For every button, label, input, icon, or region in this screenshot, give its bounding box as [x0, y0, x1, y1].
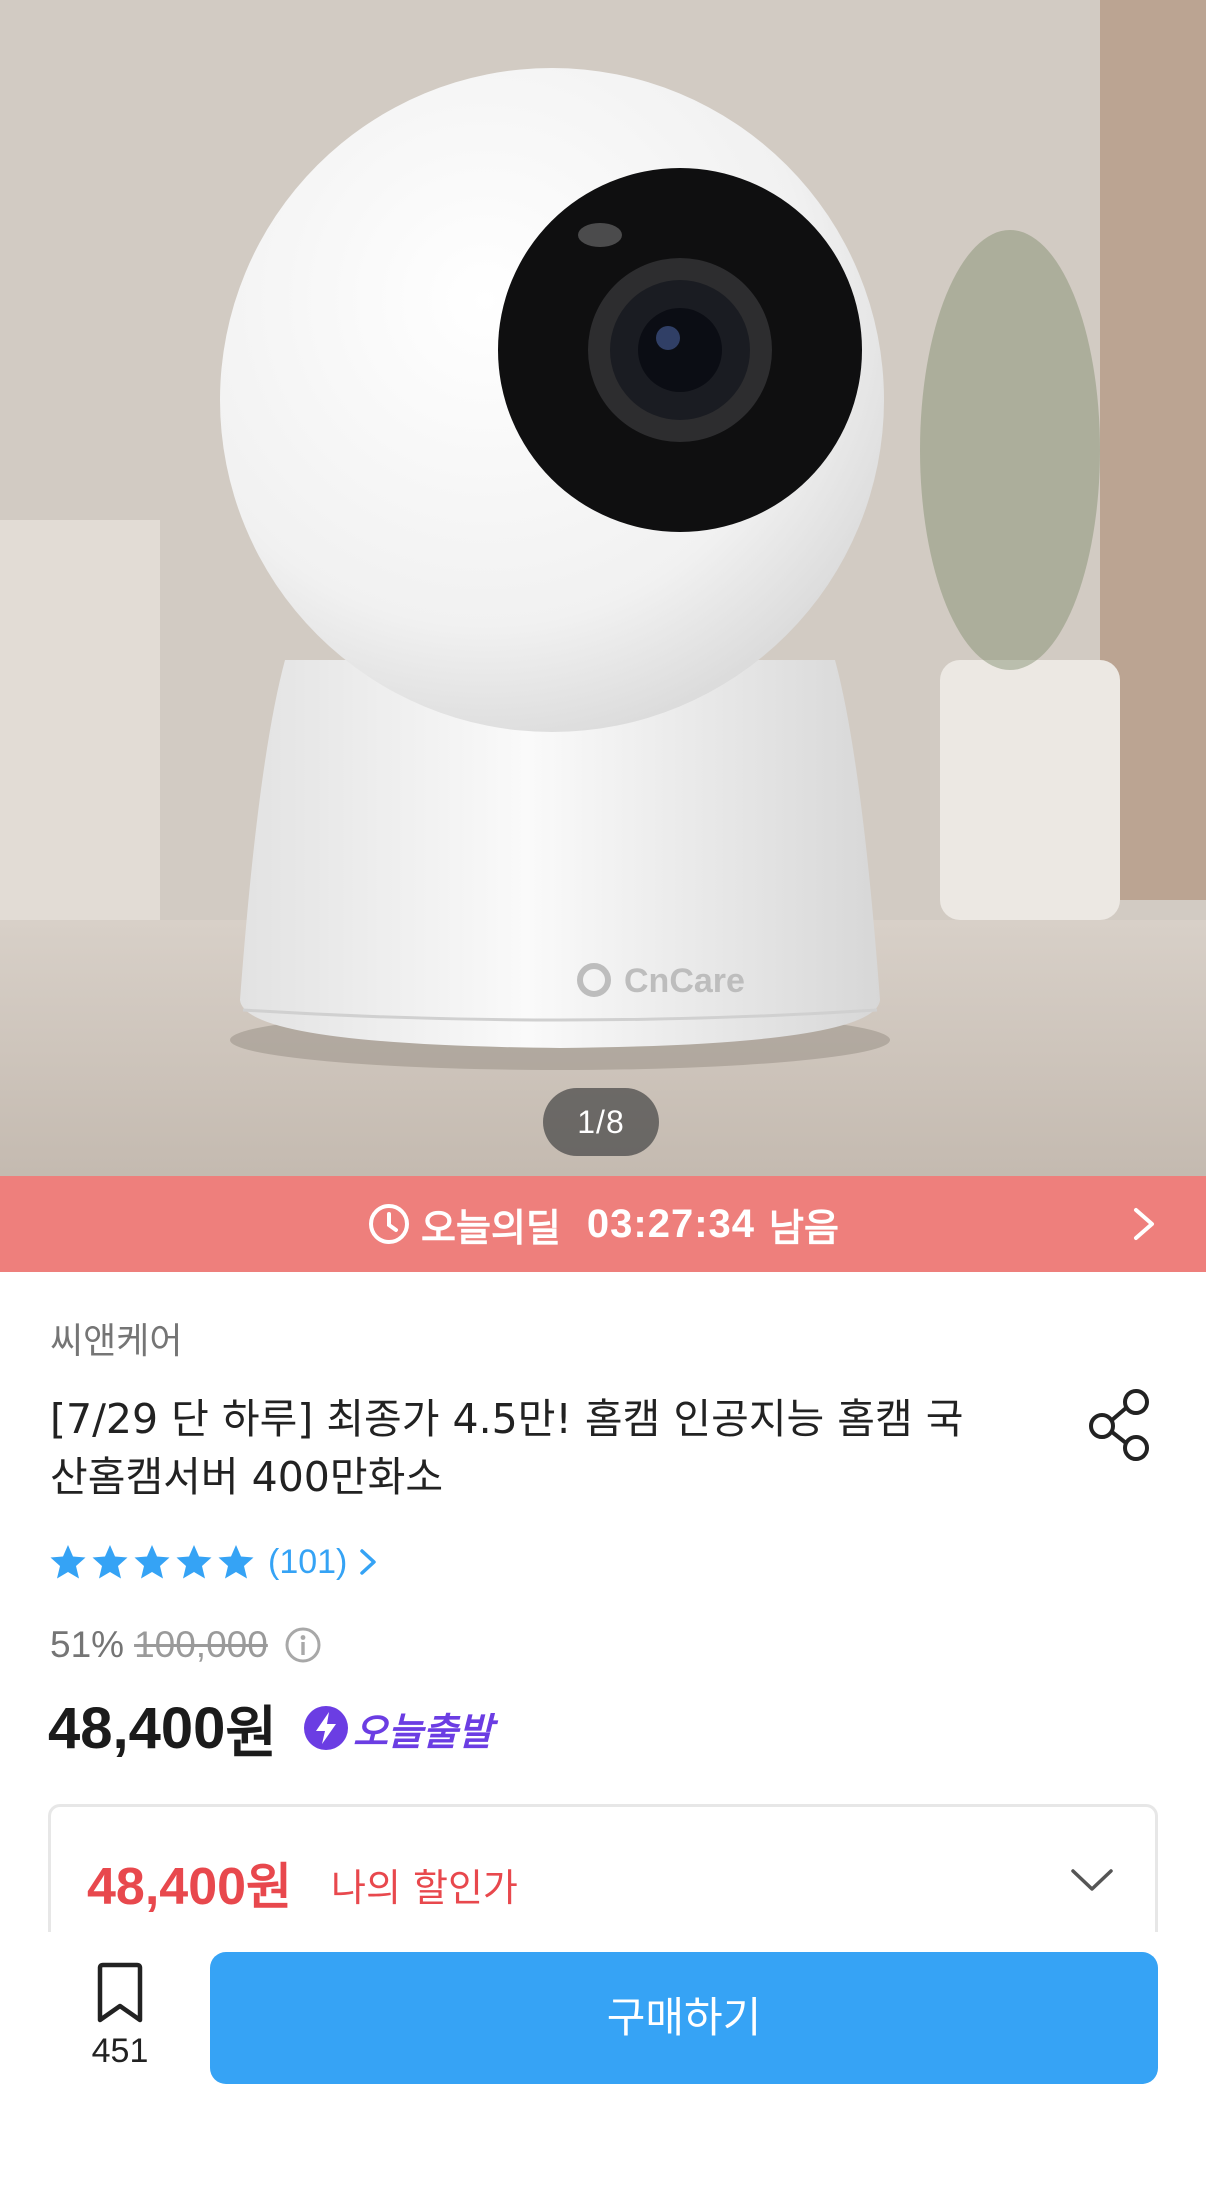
chevron-right-icon	[360, 1549, 377, 1575]
deal-remain-text: 남음	[769, 1205, 839, 1250]
my-price-value: 48,400	[87, 1858, 247, 1916]
home-camera-photo: CnCare	[0, 0, 1206, 1176]
deal-countdown: 03:27:34	[586, 1201, 756, 1246]
star-icon	[176, 1545, 212, 1579]
product-image-gallery[interactable]: CnCare 1/8	[0, 0, 1206, 1176]
info-icon[interactable]	[284, 1626, 322, 1664]
delivery-badge-label: 오늘출발	[352, 1709, 493, 1754]
original-price: 100,000	[134, 1624, 268, 1665]
star-icon	[50, 1545, 86, 1579]
bottom-action-bar: 451 구매하기	[0, 1932, 1206, 2204]
star-icon	[218, 1545, 254, 1579]
image-counter: 1/8	[543, 1088, 659, 1156]
scrap-button[interactable]: 451	[76, 1962, 164, 2071]
discount-rate: 51%	[50, 1624, 125, 1665]
original-price-row: 51% 100,000	[50, 1620, 322, 1670]
delivery-badge: 오늘출발	[303, 1701, 493, 1756]
my-price-label: 나의 할인가	[331, 1866, 518, 1910]
share-icon[interactable]	[1088, 1388, 1154, 1462]
scrap-count: 451	[91, 2032, 149, 2070]
buy-button[interactable]: 구매하기	[210, 1952, 1158, 2084]
chevron-right-icon	[1134, 1208, 1154, 1240]
my-price-amount: 48,400원	[87, 1847, 292, 1919]
lightning-icon	[303, 1706, 348, 1750]
sale-price: 48,400	[48, 1695, 226, 1761]
price-row: 48,400 원 오늘출발	[48, 1690, 493, 1766]
brand-name[interactable]: 씨앤케어	[50, 1312, 182, 1364]
clock-icon	[369, 1204, 410, 1244]
brand-logo-text: CnCare	[624, 962, 745, 1000]
deal-label: 오늘의딜	[421, 1205, 561, 1250]
today-deal-banner[interactable]: 오늘의딜 03:27:34 남음	[0, 1176, 1206, 1272]
review-count: (101)	[268, 1542, 348, 1581]
star-icon	[134, 1545, 170, 1579]
bookmark-icon	[97, 1962, 143, 2023]
product-title: [7/29 단 하루] 최종가 4.5만! 홈캠 인공지능 홈캠 국산홈캠서버 …	[50, 1395, 964, 1501]
chevron-down-icon[interactable]	[1069, 1865, 1115, 1895]
star-icon	[92, 1545, 128, 1579]
rating-row[interactable]: (101)	[48, 1538, 381, 1586]
my-price-unit: 원	[246, 1859, 293, 1915]
price-unit: 원	[225, 1700, 277, 1766]
